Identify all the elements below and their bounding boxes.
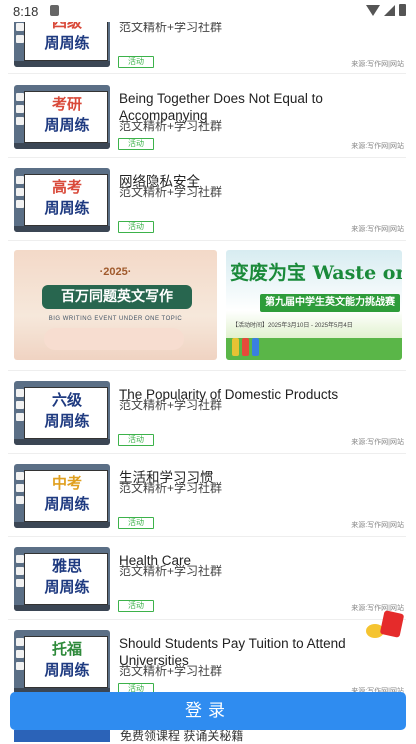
article-thumbnail: 中考 周周练 bbox=[14, 464, 110, 528]
article-thumbnail: 六级 周周练 bbox=[14, 381, 110, 445]
banner-ribbon: 第九届中学生英文能力挑战赛 bbox=[260, 294, 400, 312]
challenge-banner[interactable]: 变废为宝 Waste or Treas 第九届中学生英文能力挑战赛 【活动时间】… bbox=[226, 250, 402, 360]
thumbnail-tabs-icon bbox=[16, 472, 24, 518]
divider bbox=[8, 240, 406, 241]
thumbnail-tabs-icon bbox=[16, 176, 24, 222]
article-subtitle: 范文精析+学习社群 bbox=[119, 664, 223, 678]
article-source: 来源:写作网|网站 bbox=[351, 61, 404, 68]
thumbnail-label: 周周练 bbox=[44, 495, 90, 513]
divider bbox=[8, 157, 406, 158]
sim-card-icon bbox=[50, 5, 59, 16]
thumbnail-label: 周周练 bbox=[44, 199, 90, 217]
thumbnail-tabs-icon bbox=[16, 389, 24, 435]
divider bbox=[8, 73, 406, 74]
writing-event-banner[interactable]: ·2025· 百万同题英文写作 BIG WRITING EVENT UNDER … bbox=[14, 250, 217, 360]
thumbnail-label: 周周练 bbox=[44, 578, 90, 596]
thumbnail-level: 高考 bbox=[51, 178, 82, 196]
article-source: 来源:写作网|网站 bbox=[351, 522, 404, 529]
thumbnail-tabs-icon bbox=[16, 555, 24, 601]
activity-tag: 活动 bbox=[118, 600, 154, 612]
thumbnail-level: 雅思 bbox=[51, 557, 82, 575]
article-subtitle: 范文精析+学习社群 bbox=[119, 481, 223, 495]
banner-title: 变废为宝 Waste or Treas bbox=[230, 262, 402, 284]
article-item[interactable]: 雅思 周周练 Health Care 范文精析+学习社群 活动 来源:写作网|网… bbox=[8, 546, 406, 628]
thumbnail-level: 六级 bbox=[51, 391, 82, 409]
thumbnail-label: 周周练 bbox=[44, 661, 90, 679]
battery-icon bbox=[399, 4, 406, 16]
article-source: 来源:写作网|网站 bbox=[351, 143, 404, 150]
wifi-icon bbox=[366, 4, 380, 16]
article-subtitle: 范文精析+学习社群 bbox=[119, 119, 223, 133]
article-thumbnail: 考研 周周练 bbox=[14, 85, 110, 149]
article-item[interactable]: 中考 周周练 生活和学习习惯 范文精析+学习社群 活动 来源:写作网|网站 bbox=[8, 463, 406, 545]
status-icons bbox=[366, 4, 406, 16]
divider bbox=[8, 536, 406, 537]
thumbnail-label: 周周练 bbox=[44, 412, 90, 430]
article-thumbnail: 托福 周周练 bbox=[14, 630, 110, 694]
login-button[interactable]: 登录 bbox=[10, 692, 406, 730]
cloud-decoration bbox=[44, 328, 184, 350]
article-thumbnail: 高考 周周练 bbox=[14, 168, 110, 232]
banner-english-title: BIG WRITING EVENT UNDER ONE TOPIC bbox=[48, 316, 183, 322]
red-envelope-icon[interactable] bbox=[366, 610, 405, 640]
article-source: 来源:写作网|网站 bbox=[351, 439, 404, 446]
bottles-icon bbox=[232, 338, 269, 356]
article-source: 来源:写作网|网站 bbox=[351, 226, 404, 233]
thumbnail-tabs-icon bbox=[16, 638, 24, 684]
status-time: 8:18 bbox=[13, 4, 39, 19]
envelope-icon bbox=[379, 610, 405, 638]
article-thumbnail: 雅思 周周练 bbox=[14, 547, 110, 611]
thumbnail-level: 中考 bbox=[51, 474, 82, 492]
activity-tag: 活动 bbox=[118, 56, 154, 68]
thumbnail-level: 托福 bbox=[51, 640, 82, 658]
article-subtitle: 范文精析+学习社群 bbox=[119, 185, 223, 199]
banner-year: ·2025· bbox=[99, 266, 132, 278]
activity-tag: 活动 bbox=[118, 221, 154, 233]
article-subtitle: 范文精析+学习社群 bbox=[119, 564, 223, 578]
article-subtitle: 范文精析+学习社群 bbox=[119, 398, 223, 412]
article-item[interactable]: 考研 周周练 Being Together Does Not Equal to … bbox=[8, 84, 406, 166]
article-item[interactable]: 六级 周周练 The Popularity of Domestic Produc… bbox=[8, 380, 406, 462]
banner-date: 【活动时间】2025年3月10日 - 2025年5月4日 bbox=[232, 323, 353, 329]
divider bbox=[8, 453, 406, 454]
next-item-thumbnail bbox=[14, 730, 110, 742]
banner-title: 百万同题英文写作 bbox=[42, 285, 192, 309]
activity-tag: 活动 bbox=[118, 517, 154, 529]
thumbnail-label: 周周练 bbox=[44, 116, 90, 134]
thumbnail-label: 周周练 bbox=[44, 34, 90, 52]
signal-icon bbox=[384, 4, 395, 16]
status-bar: 8:18 bbox=[0, 0, 416, 22]
activity-tag: 活动 bbox=[118, 434, 154, 446]
thumbnail-level: 考研 bbox=[51, 95, 82, 113]
thumbnail-tabs-icon bbox=[16, 93, 24, 139]
activity-tag: 活动 bbox=[118, 138, 154, 150]
article-item[interactable]: 高考 周周练 网络隐私安全 范文精析+学习社群 活动 来源:写作网|网站 bbox=[8, 167, 406, 249]
divider bbox=[8, 370, 406, 371]
divider bbox=[8, 619, 406, 620]
